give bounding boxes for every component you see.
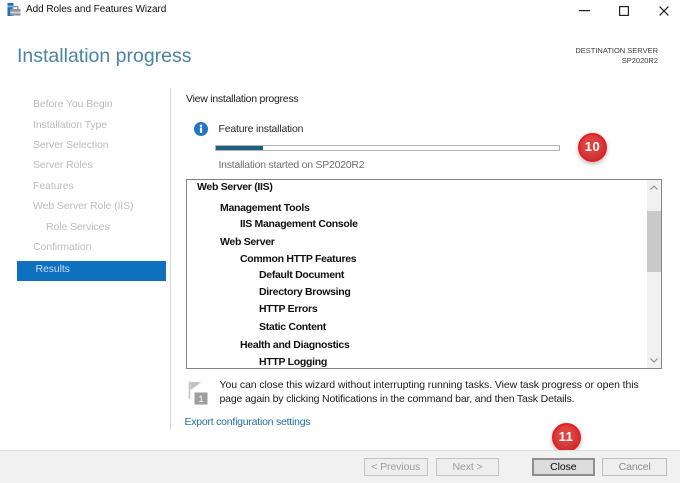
svg-text:1: 1	[198, 394, 203, 405]
